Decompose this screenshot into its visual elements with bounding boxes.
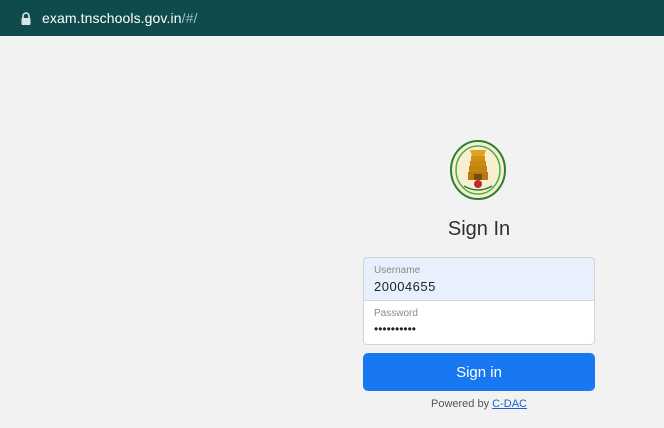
- powered-by-text: Powered by: [431, 398, 490, 410]
- username-field[interactable]: Username: [363, 257, 595, 301]
- username-input[interactable]: [374, 279, 584, 294]
- username-label: Username: [374, 265, 421, 276]
- powered-by: Powered by C-DAC: [363, 398, 595, 410]
- password-field[interactable]: Password ••••••••••: [363, 301, 595, 345]
- url-host: exam.tnschools.gov.in: [42, 10, 182, 26]
- signin-title: Sign In: [447, 218, 511, 240]
- password-label: Password: [374, 308, 418, 319]
- url-path: /#/: [181, 10, 198, 26]
- lock-icon: [21, 12, 31, 25]
- password-input[interactable]: ••••••••••: [374, 322, 584, 336]
- signin-button[interactable]: Sign in: [363, 353, 595, 391]
- emblem-logo: [450, 140, 506, 200]
- cdac-link[interactable]: C-DAC: [492, 398, 527, 410]
- url-text[interactable]: exam.tnschools.gov.in/#/: [42, 10, 197, 26]
- browser-address-bar[interactable]: exam.tnschools.gov.in/#/: [0, 0, 664, 36]
